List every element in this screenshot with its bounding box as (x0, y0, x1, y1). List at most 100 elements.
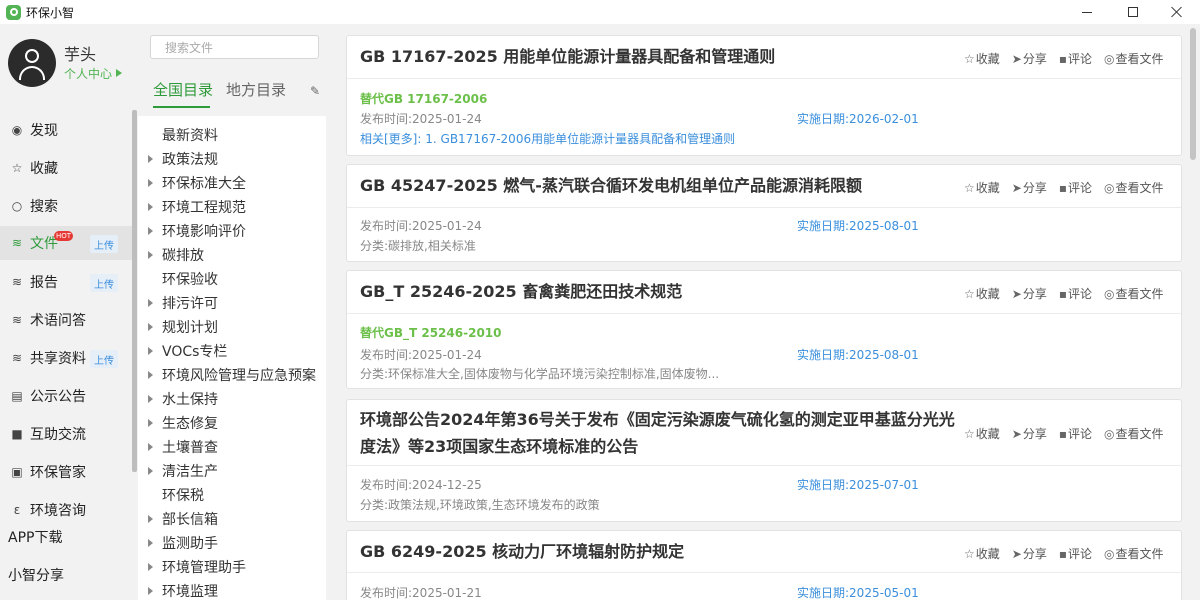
document-card[interactable]: GB 45247-2025 燃气-蒸汽联合循环发电机组单位产品能源消耗限额 ☆ 收… (346, 164, 1182, 262)
catalog-item[interactable]: 环保标准大全 (148, 171, 246, 195)
search-input[interactable]: 搜索文件 (150, 35, 319, 59)
related-link[interactable]: 相关[更多]: 1. GB17167-2006用能单位能源计量器具配备和管理通则 (360, 130, 735, 147)
sidebar-item-label: 收藏 (30, 161, 58, 177)
favorite-button[interactable]: ☆ 收藏 (964, 425, 1000, 442)
comment-button[interactable]: ▪ 评论 (1059, 285, 1092, 302)
view-file-button[interactable]: ◎ 查看文件 (1104, 50, 1164, 67)
catalog-item[interactable]: 环境管理助手 (148, 555, 246, 579)
catalog-item[interactable]: 环保税 (148, 483, 204, 507)
avatar[interactable] (8, 39, 56, 87)
maximize-button[interactable] (1110, 0, 1156, 24)
catalog-item[interactable]: 生态修复 (148, 411, 218, 435)
catalog-item[interactable]: 规划计划 (148, 315, 218, 339)
close-button[interactable] (1154, 0, 1200, 24)
edit-icon[interactable]: ✎ (310, 84, 322, 98)
catalog-item[interactable]: 环境风险管理与应急预案 (148, 363, 316, 387)
tab-local[interactable]: 地方目录 (226, 79, 286, 100)
profile-name: 芋头 (64, 45, 97, 64)
document-title[interactable]: GB_T 25246-2025 畜禽粪肥还田技术规范 (360, 278, 682, 305)
catalog-item[interactable]: 最新资料 (148, 123, 218, 147)
comment-button[interactable]: ▪ 评论 (1059, 425, 1092, 442)
share-button[interactable]: ➤ 分享 (1012, 285, 1047, 302)
share-link[interactable]: 小智分享 (8, 565, 64, 585)
favorite-button[interactable]: ☆ 收藏 (964, 285, 1000, 302)
catalog-item[interactable]: 环境监理 (148, 579, 218, 600)
sidebar-item-files[interactable]: ≋ 文件 HOT 上传 (0, 226, 132, 260)
document-card[interactable]: 环境部公告2024年第36号关于发布《固定污染源废气硫化氢的测定亚甲基蓝分光光度… (346, 399, 1182, 522)
document-title[interactable]: GB 45247-2025 燃气-蒸汽联合循环发电机组单位产品能源消耗限额 (360, 172, 862, 199)
sidebar-item-search[interactable]: ○ 搜索 (0, 189, 132, 223)
consult-icon: ε (13, 503, 21, 517)
view-file-button[interactable]: ◎ 查看文件 (1104, 425, 1164, 442)
sidebar-item-discover[interactable]: ◉ 发现 (0, 113, 132, 147)
sidebar-item-consult[interactable]: ε 环境咨询 (0, 493, 132, 527)
sidebar-item-reports[interactable]: ≋ 报告 上传 (0, 265, 132, 299)
sidebar-item-shared[interactable]: ≋ 共享资料 上传 (0, 341, 132, 375)
share-button[interactable]: ➤ 分享 (1012, 425, 1047, 442)
document-card[interactable]: GB 17167-2025 用能单位能源计量器具配备和管理通则 ☆ 收藏 ➤ 分享 … (346, 35, 1182, 156)
card-actions: ☆ 收藏 ➤ 分享 ▪ 评论 ◎ 查看文件 (964, 425, 1176, 442)
profile-center-link[interactable]: 个人中心 (64, 65, 112, 82)
document-title[interactable]: 环境部公告2024年第36号关于发布《固定污染源废气硫化氢的测定亚甲基蓝分光光度… (360, 406, 955, 460)
view-file-button[interactable]: ◎ 查看文件 (1104, 545, 1164, 562)
card-actions: ☆ 收藏 ➤ 分享 ▪ 评论 ◎ 查看文件 (964, 545, 1176, 562)
catalog-item[interactable]: 部长信箱 (148, 507, 218, 531)
share-button[interactable]: ➤ 分享 (1012, 179, 1047, 196)
card-actions: ☆ 收藏 ➤ 分享 ▪ 评论 ◎ 查看文件 (964, 179, 1176, 196)
view-file-button[interactable]: ◎ 查看文件 (1104, 285, 1164, 302)
manager-icon: ▣ (11, 465, 23, 479)
catalog-item[interactable]: 清洁生产 (148, 459, 218, 483)
catalog-item[interactable]: 环保验收 (148, 267, 218, 291)
comment-button[interactable]: ▪ 评论 (1059, 179, 1092, 196)
publish-date: 发布时间:2025-01-24 (360, 112, 482, 126)
replace-note: 替代GB_T 25246-2010 (360, 326, 502, 340)
favorite-button[interactable]: ☆ 收藏 (964, 179, 1000, 196)
sidebar-item-exchange[interactable]: ■ 互助交流 (0, 417, 132, 451)
catalog-item[interactable]: 环境影响评价 (148, 219, 246, 243)
upload-badge[interactable]: 上传 (90, 274, 118, 292)
document-card[interactable]: GB_T 25246-2025 畜禽粪肥还田技术规范 ☆ 收藏 ➤ 分享 ▪ 评论 ◎… (346, 270, 1182, 389)
share-button[interactable]: ➤ 分享 (1012, 545, 1047, 562)
sidebar-item-manager[interactable]: ▣ 环保管家 (0, 455, 132, 489)
document-title[interactable]: GB 6249-2025 核动力厂环境辐射防护规定 (360, 538, 684, 565)
catalog-item[interactable]: 排污许可 (148, 291, 218, 315)
upload-badge[interactable]: 上传 (90, 350, 118, 368)
share-button[interactable]: ➤ 分享 (1012, 50, 1047, 67)
sidebar-item-label: 公示公告 (30, 389, 86, 405)
favorite-button[interactable]: ☆ 收藏 (964, 545, 1000, 562)
expand-arrow-icon (148, 563, 153, 571)
sidebar-item-label: 搜索 (30, 199, 58, 215)
minimize-button[interactable] (1064, 0, 1110, 24)
catalog-item[interactable]: 土壤普查 (148, 435, 218, 459)
hot-badge: HOT (54, 231, 74, 241)
eye-icon: ◎ (1104, 546, 1115, 561)
expand-arrow-icon (148, 515, 153, 523)
sidebar-item-notices[interactable]: ▤ 公示公告 (0, 379, 132, 413)
eye-icon: ◎ (1104, 286, 1115, 301)
comment-button[interactable]: ▪ 评论 (1059, 545, 1092, 562)
sidebar-item-favorites[interactable]: ☆ 收藏 (0, 151, 132, 185)
main-scrollbar[interactable] (1190, 28, 1196, 160)
tab-national[interactable]: 全国目录 (153, 79, 213, 100)
comment-button[interactable]: ▪ 评论 (1059, 50, 1092, 67)
catalog-item[interactable]: 水土保持 (148, 387, 218, 411)
catalog-item[interactable]: 政策法规 (148, 147, 218, 171)
sidebar-scrollbar[interactable] (132, 110, 137, 472)
expand-arrow-icon (148, 227, 153, 235)
panel-divider (328, 24, 338, 600)
upload-badge[interactable]: 上传 (90, 235, 118, 253)
catalog-item[interactable]: VOCs专栏 (148, 339, 227, 363)
favorite-button[interactable]: ☆ 收藏 (964, 50, 1000, 67)
catalog-item[interactable]: 环境工程规范 (148, 195, 246, 219)
document-title[interactable]: GB 17167-2025 用能单位能源计量器具配备和管理通则 (360, 43, 775, 70)
app-download-link[interactable]: APP下载 (8, 527, 62, 547)
send-icon: ➤ (1011, 546, 1022, 561)
sidebar-item-terms[interactable]: ≋ 术语问答 (0, 303, 132, 337)
view-file-button[interactable]: ◎ 查看文件 (1104, 179, 1164, 196)
catalog-item[interactable]: 碳排放 (148, 243, 204, 267)
expand-arrow-icon (148, 539, 153, 547)
catalog-item[interactable]: 监测助手 (148, 531, 218, 555)
document-card[interactable]: GB 6249-2025 核动力厂环境辐射防护规定 ☆ 收藏 ➤ 分享 ▪ 评论 ◎ 查… (346, 530, 1182, 600)
expand-arrow-icon (148, 323, 153, 331)
card-header: GB 17167-2025 用能单位能源计量器具配备和管理通则 ☆ 收藏 ➤ 分享 … (347, 36, 1181, 79)
